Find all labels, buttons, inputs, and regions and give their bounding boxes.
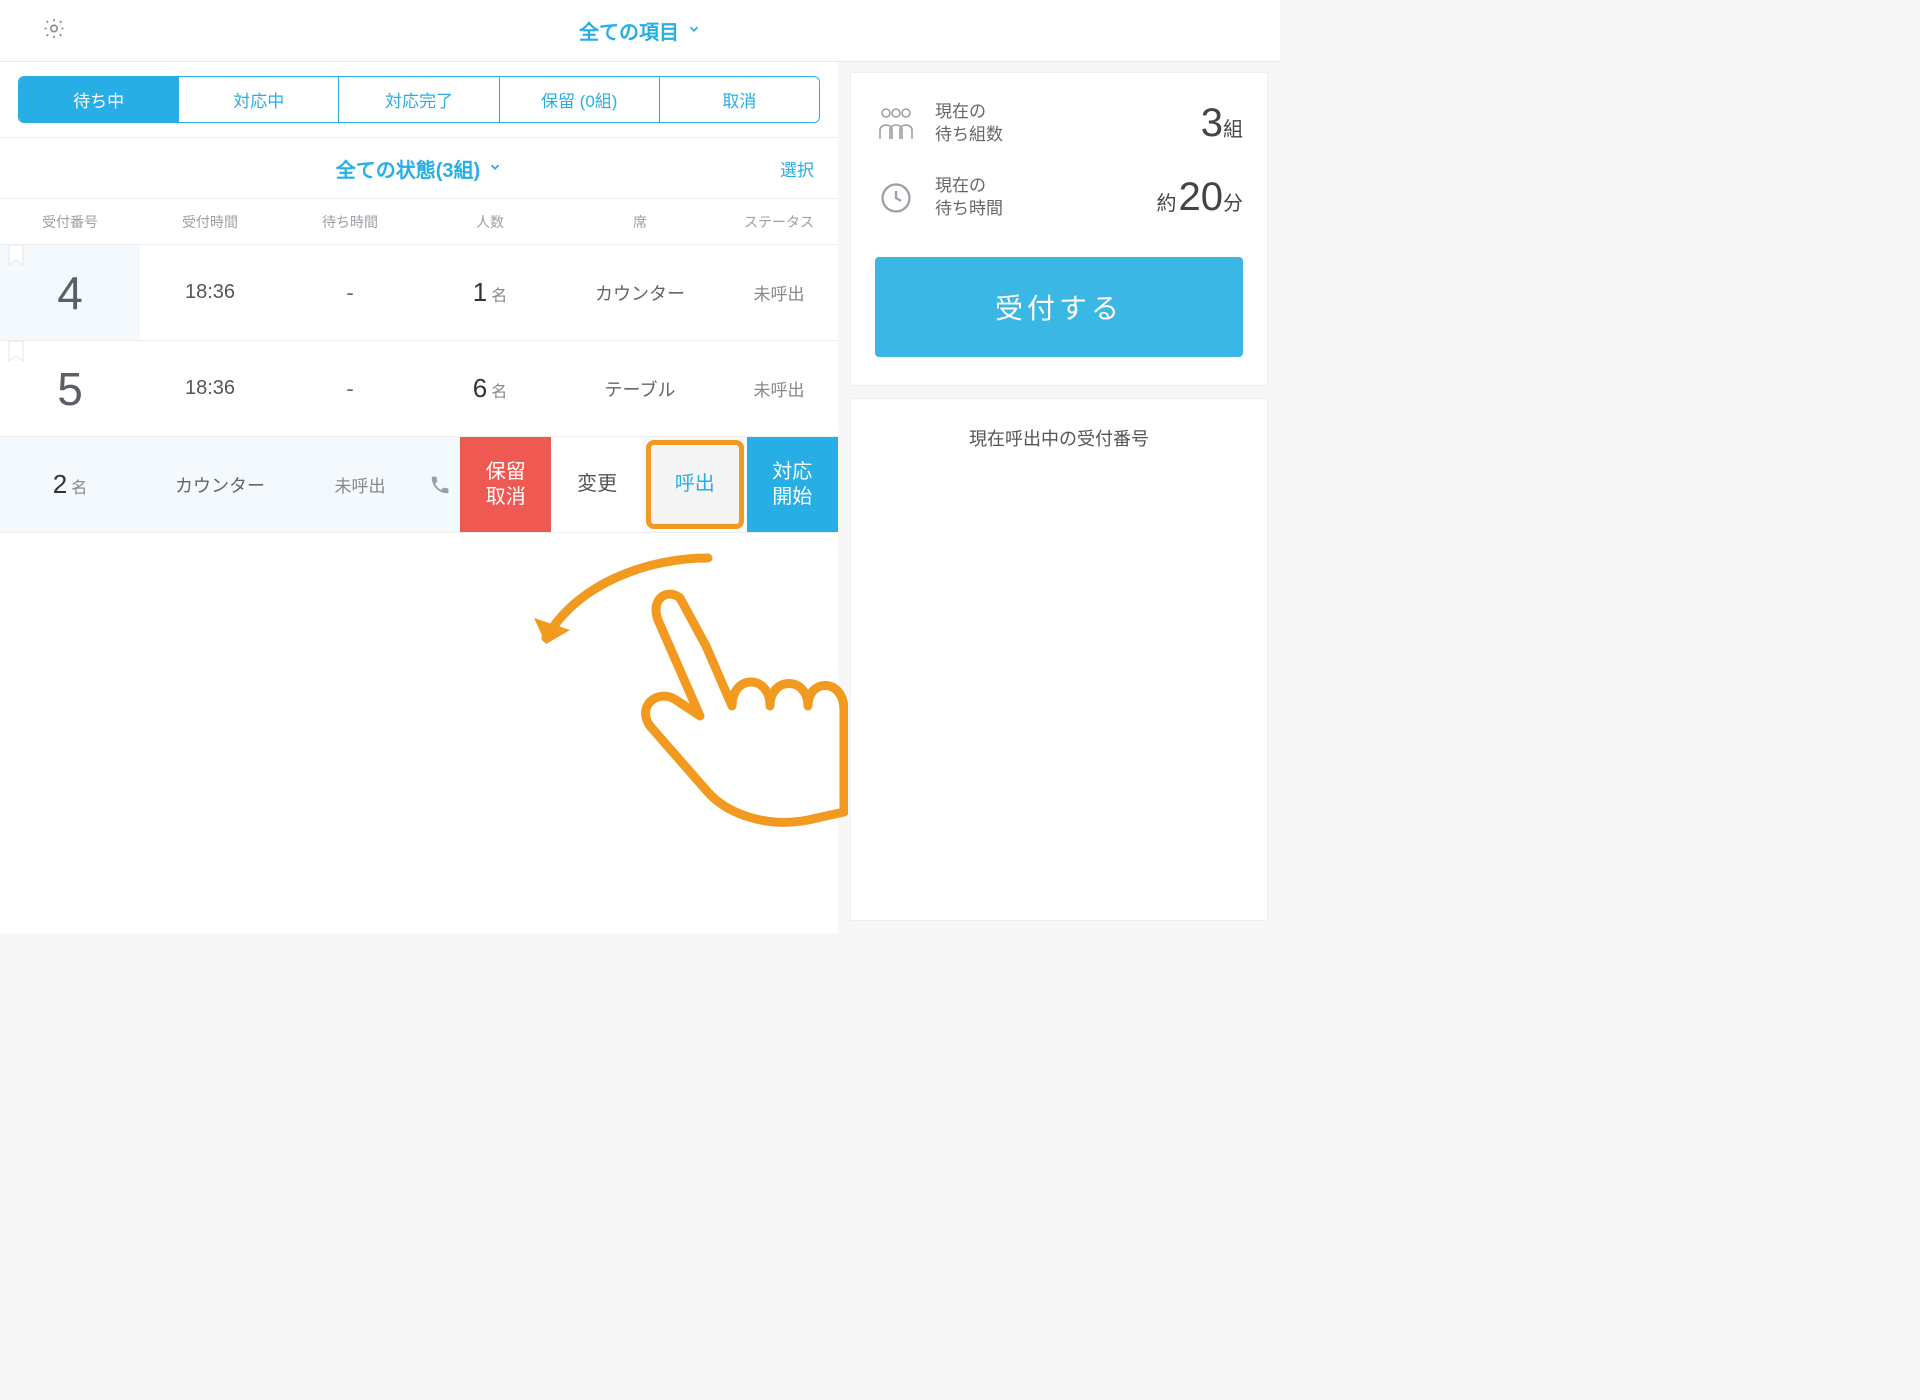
accept-time: 18:36: [140, 281, 280, 304]
status-tabs: 待ち中 対応中 対応完了 保留 (0組) 取消: [18, 76, 820, 123]
select-link[interactable]: 選択: [780, 156, 814, 181]
category-label: 全ての項目: [579, 16, 679, 45]
row-status: 未呼出: [720, 376, 838, 401]
swiped-row: 2名 カウンター 未呼出 保留 取消 変更 呼出 対応 開始: [0, 437, 838, 533]
accept-button[interactable]: 受付する: [875, 257, 1243, 357]
ticket-number: 5: [0, 341, 140, 436]
table-row[interactable]: 5 18:36 - 6名 テーブル 未呼出: [0, 341, 838, 437]
party-size: 1名: [420, 277, 560, 308]
category-dropdown[interactable]: 全ての項目: [579, 16, 701, 45]
state-filter-label: 全ての状態(3組): [336, 154, 480, 183]
col-wait: 待ち時間: [280, 212, 420, 232]
edit-button[interactable]: 変更: [551, 437, 642, 532]
clock-icon: [875, 181, 917, 215]
seat-type: テーブル: [560, 376, 720, 402]
stat-value: 約20分: [1157, 175, 1244, 220]
stat-label: 現在の 待ち時間: [935, 175, 1139, 221]
table-row[interactable]: 4 18:36 - 1名 カウンター 未呼出: [0, 245, 838, 341]
col-time: 受付時間: [140, 212, 280, 232]
settings-icon[interactable]: [42, 16, 66, 45]
wait-time: -: [280, 280, 420, 306]
state-filter-dropdown[interactable]: 全ての状態(3組): [336, 154, 502, 183]
queue-panel: 待ち中 対応中 対応完了 保留 (0組) 取消 全ての状態(3組) 選択 受付番…: [0, 62, 838, 933]
filter-row: 全ての状態(3組) 選択: [0, 137, 838, 199]
chevron-down-icon: [488, 157, 502, 180]
stat-wait-groups: 現在の 待ち組数 3組: [875, 101, 1243, 147]
call-button[interactable]: 呼出: [646, 440, 744, 529]
tab-cancelled[interactable]: 取消: [660, 77, 819, 122]
ticket-number: 4: [0, 245, 140, 340]
start-button[interactable]: 対応 開始: [747, 437, 838, 532]
col-people: 人数: [420, 212, 560, 232]
bookmark-icon: [8, 341, 24, 363]
tab-done[interactable]: 対応完了: [339, 77, 499, 122]
stat-wait-time: 現在の 待ち時間 約20分: [875, 175, 1243, 221]
tab-waiting[interactable]: 待ち中: [19, 77, 179, 122]
accept-time: 18:36: [140, 377, 280, 400]
seat-type: カウンター: [140, 472, 300, 498]
seat-type: カウンター: [560, 280, 720, 306]
party-size: 6名: [420, 373, 560, 404]
col-status: ステータス: [720, 212, 838, 232]
stats-card: 現在の 待ち組数 3組 現在の 待ち時間 約20分 受付する: [850, 72, 1268, 386]
tab-hold[interactable]: 保留 (0組): [500, 77, 660, 122]
side-panel: 現在の 待ち組数 3組 現在の 待ち時間 約20分 受付する 現在呼出中の: [838, 62, 1280, 933]
row-status: 未呼出: [720, 280, 838, 305]
phone-icon[interactable]: [420, 474, 460, 496]
wait-time: -: [280, 376, 420, 402]
col-number: 受付番号: [0, 212, 140, 232]
swiped-row-info: 2名 カウンター 未呼出: [0, 437, 460, 532]
calling-title: 現在呼出中の受付番号: [861, 425, 1257, 451]
people-icon: [875, 105, 917, 143]
table-header: 受付番号 受付時間 待ち時間 人数 席 ステータス: [0, 199, 838, 245]
party-size: 2名: [0, 469, 140, 500]
col-seat: 席: [560, 212, 720, 232]
bookmark-icon: [8, 245, 24, 267]
row-status: 未呼出: [300, 472, 420, 497]
hold-cancel-button[interactable]: 保留 取消: [460, 437, 551, 532]
tab-serving[interactable]: 対応中: [179, 77, 339, 122]
calling-card: 現在呼出中の受付番号: [850, 398, 1268, 921]
chevron-down-icon: [687, 19, 701, 42]
stat-value: 3組: [1201, 101, 1243, 146]
stat-label: 現在の 待ち組数: [935, 101, 1183, 147]
top-bar: 全ての項目: [0, 0, 1280, 62]
